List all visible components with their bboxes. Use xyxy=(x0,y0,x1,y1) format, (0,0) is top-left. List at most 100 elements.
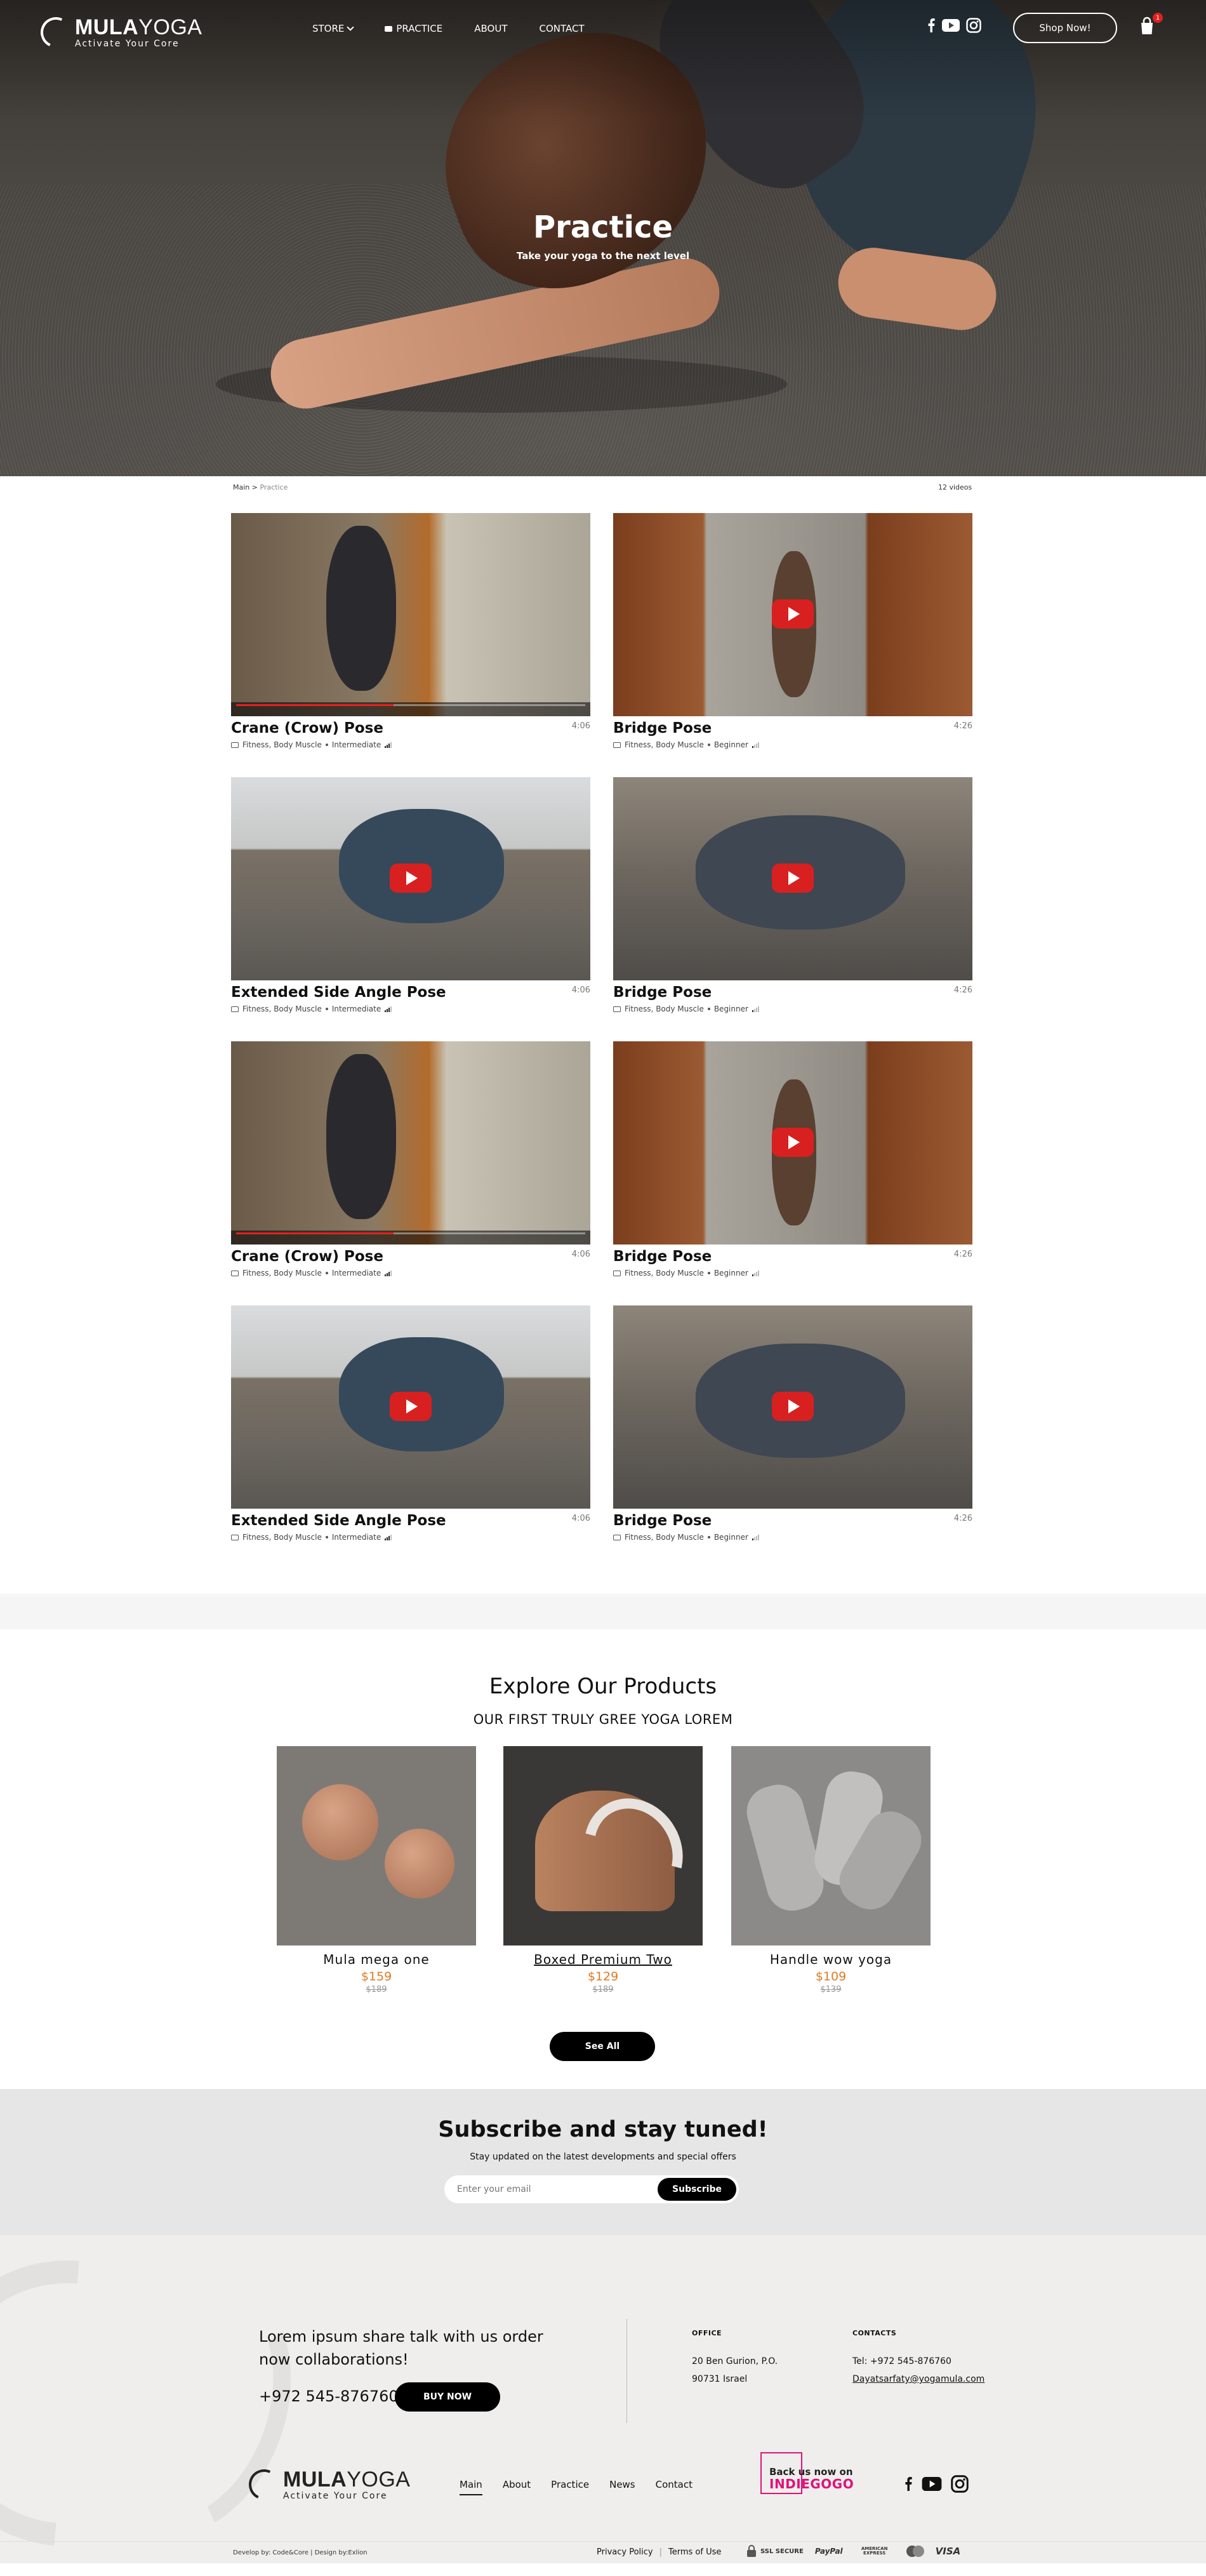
menu-item-store[interactable]: STORE xyxy=(312,23,355,34)
top-navigation: MULAYOGA Activate Your Core STORE PRACTI… xyxy=(0,0,1206,57)
footer-divider xyxy=(626,2319,627,2423)
product-image[interactable] xyxy=(731,1746,931,1945)
level-bars-icon xyxy=(752,1006,759,1012)
video-thumbnail[interactable] xyxy=(613,1305,972,1509)
email-input[interactable] xyxy=(457,2175,647,2203)
footer-nav-contact[interactable]: Contact xyxy=(656,2479,692,2495)
office-address-line2: 90731 Israel xyxy=(692,2374,748,2384)
privacy-policy-link[interactable]: Privacy Policy xyxy=(597,2547,653,2557)
video-duration: 4:26 xyxy=(953,1250,972,1259)
video-title[interactable]: Bridge Pose xyxy=(613,1248,712,1265)
video-level: Beginner xyxy=(713,1533,748,1542)
video-card[interactable]: Bridge Pose 4:26 Fitness, Body Muscle Begin… xyxy=(613,777,972,1013)
video-thumbnail[interactable] xyxy=(231,1305,590,1509)
youtube-play-icon[interactable] xyxy=(772,1392,814,1421)
footer-phone[interactable]: +972 545-876760 xyxy=(259,2387,399,2405)
facebook-icon[interactable] xyxy=(927,18,936,32)
subscribe-form: Subscribe xyxy=(444,2175,739,2203)
video-card[interactable]: Bridge Pose 4:26 Fitness, Body Muscle Begin… xyxy=(613,1305,972,1542)
video-card[interactable]: Bridge Pose 4:26 Fitness, Body Muscle Begin… xyxy=(613,1041,972,1278)
menu-item-practice[interactable]: PRACTICE xyxy=(385,23,442,34)
video-title[interactable]: Extended Side Angle Pose xyxy=(231,984,446,1001)
cart-button[interactable]: 1 xyxy=(1137,13,1163,38)
product-card[interactable]: Handle wow yoga $109 $139 xyxy=(731,1746,931,1994)
video-title[interactable]: Bridge Pose xyxy=(613,984,712,1001)
video-thumbnail[interactable] xyxy=(231,513,590,716)
section-separator xyxy=(0,1594,1206,1629)
meta-separator-dot xyxy=(325,1536,328,1538)
video-progress-bar[interactable] xyxy=(236,1232,585,1234)
products-section: Explore Our Products OUR FIRST TRULY GRE… xyxy=(0,1629,1206,2089)
video-thumbnail[interactable] xyxy=(613,1041,972,1245)
contact-email-link[interactable]: Dayatsarfaty@yogamula.com xyxy=(852,2372,984,2386)
video-thumbnail[interactable] xyxy=(231,1041,590,1245)
footer-logo[interactable]: MULAYOGA Activate Your Core xyxy=(244,2465,410,2504)
video-card[interactable]: Bridge Pose 4:26 Fitness, Body Muscle Begin… xyxy=(613,513,972,749)
footer-nav-about[interactable]: About xyxy=(503,2479,531,2495)
menu-item-contact[interactable]: CONTACT xyxy=(540,23,585,34)
product-image[interactable] xyxy=(503,1746,703,1945)
folder-icon xyxy=(613,1270,621,1276)
video-controls[interactable] xyxy=(231,702,590,716)
youtube-play-icon[interactable] xyxy=(772,864,814,893)
facebook-icon[interactable] xyxy=(904,2476,913,2492)
video-title[interactable]: Crane (Crow) Pose xyxy=(231,1248,383,1265)
breadcrumb-home[interactable]: Main xyxy=(233,483,249,491)
video-thumbnail[interactable] xyxy=(231,777,590,980)
mastercard-icon xyxy=(906,2546,924,2557)
product-card[interactable]: Mula mega one $159 $189 xyxy=(277,1746,476,1994)
youtube-play-icon[interactable] xyxy=(772,1128,814,1157)
product-name[interactable]: Handle wow yoga xyxy=(731,1952,931,1967)
video-subject xyxy=(326,526,396,691)
video-thumbnail[interactable] xyxy=(613,777,972,980)
video-card[interactable]: Crane (Crow) Pose 4:06 Fitness, Body Muscl… xyxy=(231,1041,590,1278)
folder-icon xyxy=(613,1534,621,1540)
video-controls[interactable] xyxy=(231,1231,590,1245)
video-frame xyxy=(231,513,590,716)
menu-item-about[interactable]: ABOUT xyxy=(474,23,507,34)
footer-nav-main[interactable]: Main xyxy=(460,2479,482,2495)
instagram-icon[interactable] xyxy=(951,2475,969,2493)
video-duration: 4:06 xyxy=(571,985,590,995)
footer-nav: Main About Practice News Contact xyxy=(460,2479,692,2495)
video-card[interactable]: Extended Side Angle Pose 4:06 Fitness, Bod… xyxy=(231,1305,590,1542)
video-level: Beginner xyxy=(713,1269,748,1278)
video-title[interactable]: Crane (Crow) Pose xyxy=(231,720,383,737)
site-logo[interactable]: MULAYOGA Activate Your Core xyxy=(36,13,202,52)
footer-tagline: Lorem ipsum share talk with us order now… xyxy=(259,2328,543,2368)
video-thumbnail[interactable] xyxy=(613,513,972,716)
product-card[interactable]: Boxed Premium Two $129 $189 xyxy=(503,1746,703,1994)
youtube-play-icon[interactable] xyxy=(390,864,432,893)
video-grid: Crane (Crow) Pose 4:06 Fitness, Body Muscl… xyxy=(0,499,1206,1594)
indiegogo-badge[interactable]: Back us now on INDIEGOGO xyxy=(760,2452,854,2494)
video-title[interactable]: Bridge Pose xyxy=(613,1512,712,1529)
subscribe-section: Subscribe and stay tuned! Stay updated o… xyxy=(0,2089,1206,2235)
product-name[interactable]: Mula mega one xyxy=(277,1952,476,1967)
buy-now-button[interactable]: BUY NOW xyxy=(395,2382,500,2412)
youtube-icon[interactable] xyxy=(922,2477,942,2491)
video-level: Beginner xyxy=(713,740,748,749)
products-subtitle: OUR FIRST TRULY GREE YOGA LOREM xyxy=(473,1712,733,1727)
products-title: Explore Our Products xyxy=(489,1674,717,1699)
video-title[interactable]: Bridge Pose xyxy=(613,720,712,737)
video-card[interactable]: Extended Side Angle Pose 4:06 Fitness, Bod… xyxy=(231,777,590,1013)
video-duration: 4:26 xyxy=(953,985,972,995)
footer-nav-practice[interactable]: Practice xyxy=(551,2479,589,2495)
product-image[interactable] xyxy=(277,1746,476,1945)
youtube-play-icon[interactable] xyxy=(772,599,814,629)
paypal-icon: PayPal xyxy=(814,2547,843,2556)
meta-separator-dot xyxy=(707,1008,710,1010)
video-card[interactable]: Crane (Crow) Pose 4:06 Fitness, Body Muscl… xyxy=(231,513,590,749)
youtube-icon[interactable] xyxy=(942,19,960,32)
footer-nav-news[interactable]: News xyxy=(609,2479,635,2495)
video-progress-bar[interactable] xyxy=(236,704,585,706)
subscribe-button[interactable]: Subscribe xyxy=(658,2178,736,2201)
youtube-play-icon[interactable] xyxy=(390,1392,432,1421)
video-meta: Fitness, Body Muscle Intermediate xyxy=(231,1004,392,1013)
see-all-button[interactable]: See All xyxy=(550,2032,655,2061)
shop-now-button[interactable]: Shop Now! xyxy=(1013,13,1117,43)
instagram-icon[interactable] xyxy=(966,18,981,33)
product-name[interactable]: Boxed Premium Two xyxy=(503,1952,703,1967)
video-title[interactable]: Extended Side Angle Pose xyxy=(231,1512,446,1529)
terms-of-use-link[interactable]: Terms of Use xyxy=(668,2547,721,2557)
